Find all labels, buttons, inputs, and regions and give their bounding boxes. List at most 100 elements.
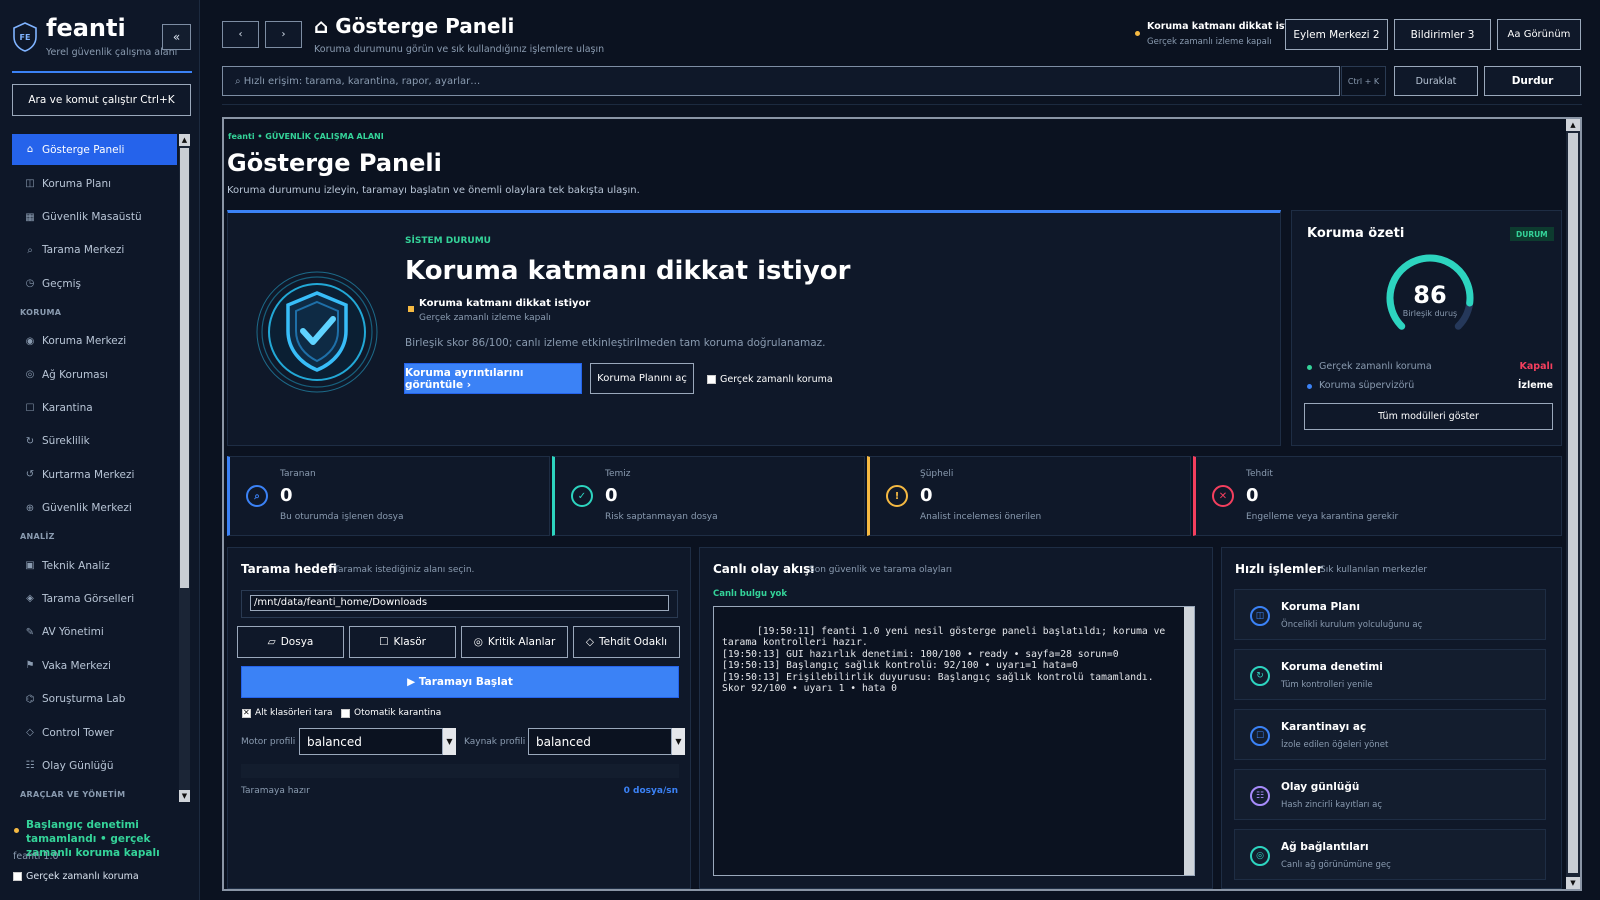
quick-action-0[interactable]: ◫ Koruma Planı Öncelikli kurulum yolculuğu… bbox=[1234, 589, 1546, 640]
system-status-panel: SİSTEM DURUMU Koruma katmanı dikkat isti… bbox=[227, 210, 1281, 446]
sidebar-section-heading: ANALİZ bbox=[20, 532, 55, 542]
command-search-button[interactable]: Ara ve komut çalıştır Ctrl+K bbox=[12, 84, 191, 116]
event-log[interactable]: [19:50:11] feanti 1.0 yeni nesil gösterg… bbox=[713, 606, 1195, 876]
checkbox-icon[interactable] bbox=[13, 872, 22, 881]
auto-quarantine-option[interactable]: Otomatik karantina bbox=[341, 708, 441, 718]
scan-target-3-button[interactable]: ◇ Tehdit Odaklı bbox=[573, 626, 680, 658]
scan-path-value[interactable]: /mnt/data/feanti_home/Downloads bbox=[250, 595, 669, 611]
target-2-icon: ◎ bbox=[473, 636, 483, 648]
live-findings-badge: Canlı bulgu yok bbox=[713, 589, 787, 599]
nav-av-yönetimi-icon: ✎ bbox=[25, 626, 35, 638]
sidebar-item-tarama-merkezi[interactable]: ⌕ Tarama Merkezi bbox=[12, 234, 177, 267]
search-shortcut-badge: Ctrl + K bbox=[1341, 66, 1386, 96]
show-all-modules-button[interactable]: Tüm modülleri göster bbox=[1304, 403, 1553, 430]
pause-button[interactable]: Duraklat bbox=[1394, 66, 1478, 96]
sidebar-realtime-toggle[interactable]: Gerçek zamanlı koruma bbox=[13, 871, 139, 882]
scan-path-field[interactable]: /mnt/data/feanti_home/Downloads bbox=[241, 590, 678, 618]
resource-profile-select[interactable]: balanced ▼ bbox=[528, 728, 685, 755]
notifications-button[interactable]: Bildirimler 3 bbox=[1394, 19, 1491, 50]
sidebar-item-soruşturma-lab[interactable]: ⌬ Soruşturma Lab bbox=[12, 682, 177, 715]
metric-value: 0 bbox=[280, 485, 293, 506]
sidebar-item-süreklilik[interactable]: ↻ Süreklilik bbox=[12, 425, 177, 458]
sidebar-scrollbar[interactable]: ▲ ▼ bbox=[179, 134, 190, 802]
scan-target-2-button[interactable]: ◎ Kritik Alanlar bbox=[461, 626, 568, 658]
nav-koruma-merkezi-icon: ◉ bbox=[25, 335, 35, 347]
sidebar-item-ağ-koruması[interactable]: ◎ Ağ Koruması bbox=[12, 358, 177, 391]
scroll-down-arrow-icon[interactable]: ▼ bbox=[1566, 877, 1580, 889]
resource-profile-value: balanced bbox=[536, 734, 591, 749]
metric-subtext: Engelleme veya karantina gerekir bbox=[1246, 512, 1399, 522]
metric-card-0: ⌕ Taranan 0 Bu oturumda işlenen dosya bbox=[227, 456, 550, 536]
quick-action-title: Ağ bağlantıları bbox=[1281, 841, 1369, 853]
scan-target-1-button[interactable]: ☐ Klasör bbox=[349, 626, 456, 658]
sidebar-item-kurtarma-merkezi[interactable]: ↺ Kurtarma Merkezi bbox=[12, 458, 177, 491]
metric-value: 0 bbox=[605, 485, 618, 506]
scroll-up-arrow-icon[interactable]: ▲ bbox=[179, 134, 190, 146]
start-scan-button[interactable]: ▶ Taramayı Başlat bbox=[241, 666, 679, 698]
sidebar-scroll-thumb[interactable] bbox=[180, 148, 189, 588]
scan-rate: 0 dosya/sn bbox=[623, 786, 678, 796]
scan-subfolders-option[interactable]: Alt klasörleri tara bbox=[242, 708, 333, 718]
sidebar-item-tarama-görselleri[interactable]: ◈ Tarama Görselleri bbox=[12, 582, 177, 615]
sidebar-item-koruma-merkezi[interactable]: ◉ Koruma Merkezi bbox=[12, 325, 177, 358]
command-search-label: Ara ve komut çalıştır Ctrl+K bbox=[28, 94, 175, 106]
appearance-button[interactable]: Aa Görünüm bbox=[1497, 19, 1581, 50]
quick-action-2[interactable]: ☐ Karantinayı aç İzole edilen öğeleri yöne… bbox=[1234, 709, 1546, 760]
metric-label: Taranan bbox=[280, 469, 316, 479]
header-status: Koruma katmanı dikkat istiyor bbox=[1135, 21, 1310, 36]
dropdown-arrow-icon[interactable]: ▼ bbox=[442, 728, 456, 755]
quick-action-3[interactable]: ☷ Olay günlüğü Hash zincirli kayıtları aç bbox=[1234, 769, 1546, 820]
sidebar-item-karantina[interactable]: ☐ Karantina bbox=[12, 391, 177, 424]
sidebar-item-av-yönetimi[interactable]: ✎ AV Yönetimi bbox=[12, 616, 177, 649]
sidebar-item-koruma-planı[interactable]: ◫ Koruma Planı bbox=[12, 167, 177, 200]
forward-button[interactable]: › bbox=[265, 21, 302, 48]
sidebar-item-control-tower[interactable]: ◇ Control Tower bbox=[12, 716, 177, 749]
sidebar-nav: ⌂ Gösterge Paneli ◫ Koruma Planı ▦ Güvenlik M… bbox=[12, 134, 177, 807]
stop-button[interactable]: Durdur bbox=[1484, 66, 1581, 96]
quick-action-1[interactable]: ↻ Koruma denetimi Tüm kontrolleri yenile bbox=[1234, 649, 1546, 700]
realtime-protection-toggle[interactable]: Gerçek zamanlı koruma bbox=[707, 374, 833, 385]
collapse-sidebar-button[interactable]: « bbox=[162, 24, 191, 50]
summary-row-label: Koruma süpervizörü bbox=[1319, 380, 1415, 391]
scroll-down-arrow-icon[interactable]: ▼ bbox=[179, 790, 190, 802]
sidebar-item-label: Gösterge Paneli bbox=[42, 143, 125, 156]
sidebar-item-label: Güvenlik Masaüstü bbox=[42, 211, 142, 224]
open-protection-plan-button[interactable]: Koruma Planını aç bbox=[590, 363, 694, 394]
sidebar-item-gösterge-paneli[interactable]: ⌂ Gösterge Paneli bbox=[12, 134, 177, 165]
feed-subtitle: Son güvenlik ve tarama olayları bbox=[809, 565, 953, 575]
sidebar-item-güvenlik-merkezi[interactable]: ⊕ Güvenlik Merkezi bbox=[12, 492, 177, 525]
main-scroll-thumb[interactable] bbox=[1568, 133, 1578, 873]
sidebar-item-vaka-merkezi[interactable]: ⚑ Vaka Merkezi bbox=[12, 649, 177, 682]
sidebar-item-label: Soruşturma Lab bbox=[42, 693, 126, 706]
nav-güvenlik-masaüstü-icon: ▦ bbox=[25, 211, 35, 223]
scan-target-0-button[interactable]: ▱ Dosya bbox=[237, 626, 344, 658]
back-button[interactable]: ‹ bbox=[222, 21, 259, 48]
scroll-up-arrow-icon[interactable]: ▲ bbox=[1566, 119, 1580, 131]
checkbox-icon[interactable] bbox=[707, 375, 716, 384]
sidebar-item-label: Olay Günlüğü bbox=[42, 759, 114, 772]
score-label: Birleşik duruş bbox=[1402, 309, 1458, 318]
action-center-button[interactable]: Eylem Merkezi 2 bbox=[1285, 19, 1388, 50]
main-scrollbar[interactable]: ▲ ▼ bbox=[1566, 119, 1580, 889]
quick-action-1-icon: ↻ bbox=[1250, 666, 1270, 686]
nav-geçmiş-icon: ◷ bbox=[25, 278, 35, 290]
feed-title: Canlı olay akışı bbox=[713, 562, 815, 576]
quick-action-subtitle: Canlı ağ görünümüne geç bbox=[1281, 860, 1391, 870]
engine-profile-select[interactable]: balanced ▼ bbox=[299, 728, 456, 755]
checkbox-icon[interactable] bbox=[341, 708, 350, 718]
live-event-feed-card: Canlı olay akışı Son güvenlik ve tarama … bbox=[699, 547, 1213, 889]
sidebar-item-geçmiş[interactable]: ◷ Geçmiş bbox=[12, 267, 177, 300]
checkbox-checked-icon[interactable] bbox=[242, 708, 251, 718]
log-scrollbar[interactable] bbox=[1184, 607, 1194, 875]
sidebar-item-güvenlik-masaüstü[interactable]: ▦ Güvenlik Masaüstü bbox=[12, 200, 177, 233]
sidebar-item-label: Vaka Merkezi bbox=[42, 659, 111, 672]
sidebar-item-olay-günlüğü[interactable]: ☷ Olay Günlüğü bbox=[12, 749, 177, 782]
metric-1-icon: ✓ bbox=[571, 485, 593, 507]
view-protection-details-button[interactable]: Koruma ayrıntılarını görüntüle › bbox=[404, 363, 582, 394]
metric-3-icon: ✕ bbox=[1212, 485, 1234, 507]
dropdown-arrow-icon[interactable]: ▼ bbox=[671, 728, 685, 755]
quick-search-input[interactable]: ⌕ Hızlı erişim: tarama, karantina, rapor… bbox=[222, 66, 1340, 96]
quick-action-4[interactable]: ◎ Ağ bağlantıları Canlı ağ görünümüne geç bbox=[1234, 829, 1546, 880]
sidebar-item-teknik-analiz[interactable]: ▣ Teknik Analiz bbox=[12, 549, 177, 582]
main-subtitle: Koruma durumunu izleyin, taramayı başlat… bbox=[227, 185, 640, 196]
